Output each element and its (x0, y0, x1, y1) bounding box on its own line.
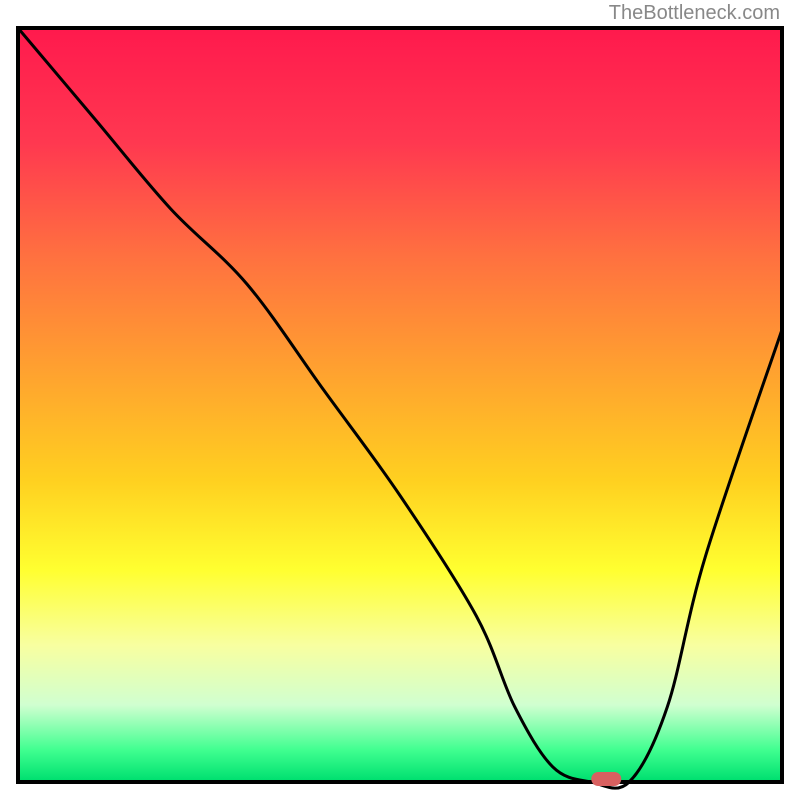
optimal-point-marker (591, 772, 621, 786)
chart-svg (0, 0, 800, 800)
watermark-text: TheBottleneck.com (609, 2, 780, 25)
chart-container: TheBottleneck.com (0, 0, 800, 800)
plot-background (20, 30, 780, 780)
